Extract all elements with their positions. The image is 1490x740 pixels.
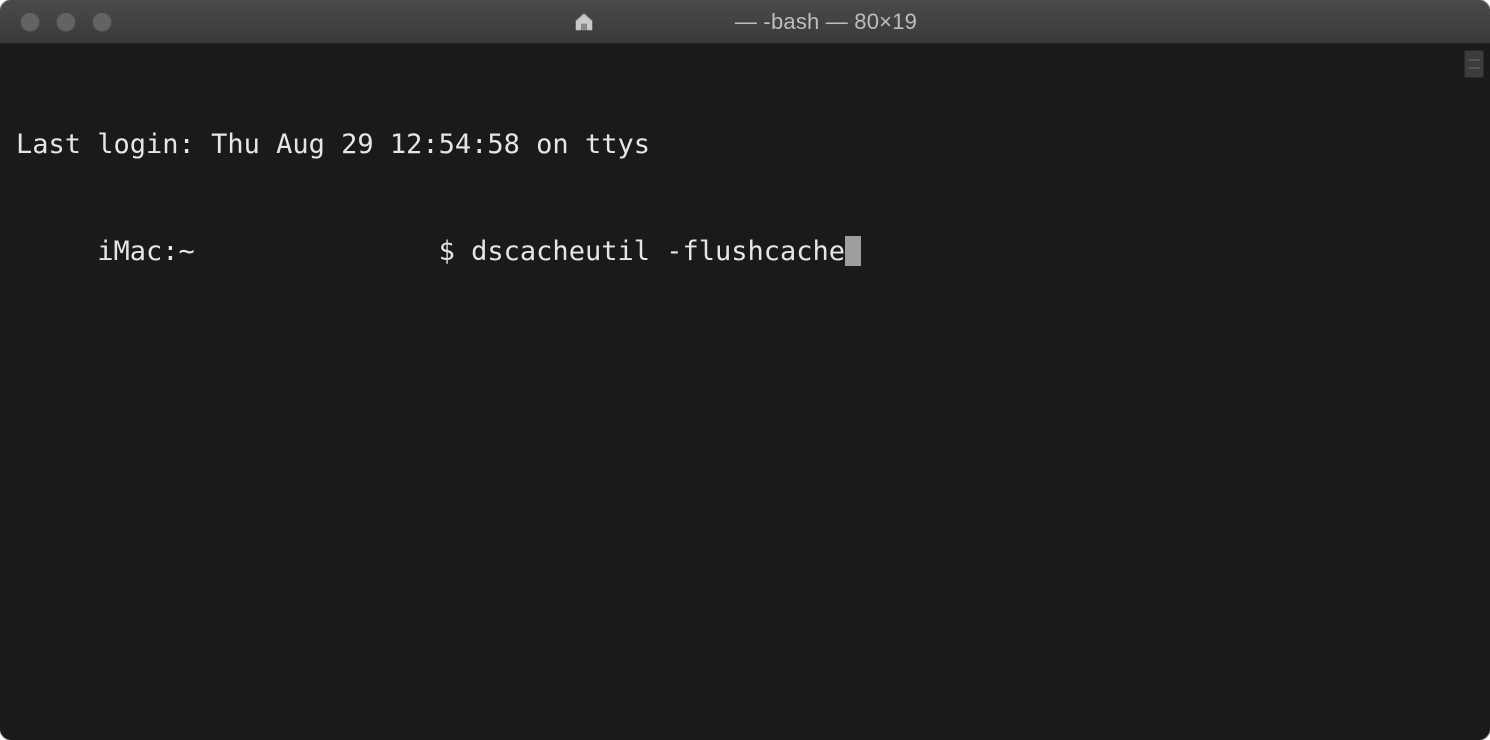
zoom-button[interactable] [92,12,112,32]
home-icon [573,11,595,33]
window-titlebar[interactable]: — -bash — 80×19 [0,0,1490,44]
prompt-symbol: $ [439,234,472,270]
terminal-body[interactable]: Last login: Thu Aug 29 12:54:58 on ttys … [0,44,1490,740]
minimize-button[interactable] [56,12,76,32]
last-login-line: Last login: Thu Aug 29 12:54:58 on ttys [16,127,1474,163]
window-title: — -bash — 80×19 [735,9,917,35]
window-title-area: — -bash — 80×19 [0,9,1490,35]
text-cursor [845,236,861,266]
command-text: dscacheutil -flushcache [471,234,845,270]
close-button[interactable] [20,12,40,32]
terminal-window: — -bash — 80×19 Last login: Thu Aug 29 1… [0,0,1490,740]
scrollbar-thumb[interactable] [1464,50,1484,78]
traffic-lights [0,12,112,32]
prompt-host: iMac:~ [16,234,439,270]
prompt-line[interactable]: iMac:~ $ dscacheutil -flushcache [16,234,1474,270]
